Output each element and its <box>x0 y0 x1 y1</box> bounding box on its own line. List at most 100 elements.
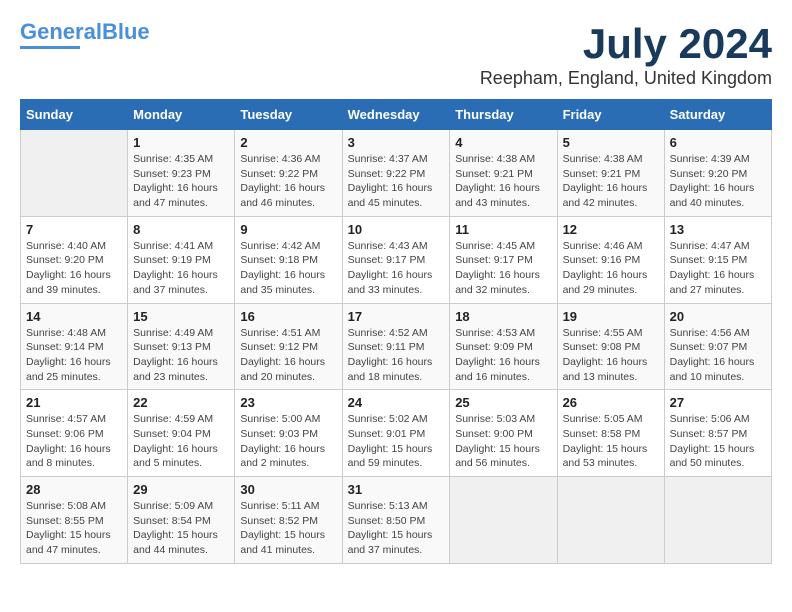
day-info: Sunrise: 4:39 AM Sunset: 9:20 PM Dayligh… <box>670 152 766 211</box>
day-info: Sunrise: 4:46 AM Sunset: 9:16 PM Dayligh… <box>563 239 659 298</box>
day-number: 5 <box>563 135 659 150</box>
calendar-day-cell <box>557 477 664 564</box>
calendar-day-cell: 5 Sunrise: 4:38 AM Sunset: 9:21 PM Daylig… <box>557 130 664 217</box>
calendar-week-row: 21 Sunrise: 4:57 AM Sunset: 9:06 PM Dayli… <box>21 390 772 477</box>
day-info: Sunrise: 4:38 AM Sunset: 9:21 PM Dayligh… <box>455 152 551 211</box>
calendar-week-row: 28 Sunrise: 5:08 AM Sunset: 8:55 PM Dayli… <box>21 477 772 564</box>
calendar-day-cell: 28 Sunrise: 5:08 AM Sunset: 8:55 PM Dayli… <box>21 477 128 564</box>
day-info: Sunrise: 5:00 AM Sunset: 9:03 PM Dayligh… <box>240 412 336 471</box>
calendar-day-cell: 12Sunrise: 4:46 AM Sunset: 9:16 PM Dayli… <box>557 216 664 303</box>
day-info: Sunrise: 4:40 AM Sunset: 9:20 PM Dayligh… <box>26 239 122 298</box>
weekday-header-cell: Wednesday <box>342 100 450 130</box>
calendar-day-cell: 17Sunrise: 4:52 AM Sunset: 9:11 PM Dayli… <box>342 303 450 390</box>
day-number: 3 <box>348 135 445 150</box>
day-number: 21 <box>26 395 122 410</box>
day-info: Sunrise: 4:36 AM Sunset: 9:22 PM Dayligh… <box>240 152 336 211</box>
day-number: 1 <box>133 135 229 150</box>
day-number: 13 <box>670 222 766 237</box>
day-info: Sunrise: 4:38 AM Sunset: 9:21 PM Dayligh… <box>563 152 659 211</box>
calendar-day-cell: 15 Sunrise: 4:49 AM Sunset: 9:13 PM Dayli… <box>128 303 235 390</box>
calendar-day-cell: 30Sunrise: 5:11 AM Sunset: 8:52 PM Dayli… <box>235 477 342 564</box>
calendar-body: 1Sunrise: 4:35 AM Sunset: 9:23 PM Daylig… <box>21 130 772 564</box>
logo: GeneralBlue <box>20 20 150 49</box>
day-info: Sunrise: 4:41 AM Sunset: 9:19 PM Dayligh… <box>133 239 229 298</box>
day-number: 25 <box>455 395 551 410</box>
calendar-week-row: 7 Sunrise: 4:40 AM Sunset: 9:20 PM Daylig… <box>21 216 772 303</box>
calendar-day-cell: 6 Sunrise: 4:39 AM Sunset: 9:20 PM Daylig… <box>664 130 771 217</box>
day-info: Sunrise: 4:47 AM Sunset: 9:15 PM Dayligh… <box>670 239 766 298</box>
calendar-day-cell: 19 Sunrise: 4:55 AM Sunset: 9:08 PM Dayli… <box>557 303 664 390</box>
calendar-day-cell: 7 Sunrise: 4:40 AM Sunset: 9:20 PM Daylig… <box>21 216 128 303</box>
day-number: 9 <box>240 222 336 237</box>
day-number: 27 <box>670 395 766 410</box>
day-info: Sunrise: 4:45 AM Sunset: 9:17 PM Dayligh… <box>455 239 551 298</box>
day-info: Sunrise: 4:55 AM Sunset: 9:08 PM Dayligh… <box>563 326 659 385</box>
weekday-header-cell: Friday <box>557 100 664 130</box>
day-number: 19 <box>563 309 659 324</box>
day-info: Sunrise: 4:56 AM Sunset: 9:07 PM Dayligh… <box>670 326 766 385</box>
calendar-day-cell <box>450 477 557 564</box>
day-number: 29 <box>133 482 229 497</box>
day-info: Sunrise: 4:51 AM Sunset: 9:12 PM Dayligh… <box>240 326 336 385</box>
calendar-day-cell: 9 Sunrise: 4:42 AM Sunset: 9:18 PM Daylig… <box>235 216 342 303</box>
day-number: 31 <box>348 482 445 497</box>
logo-general: General <box>20 19 102 44</box>
logo-blue: Blue <box>102 19 150 44</box>
location-title: Reepham, England, United Kingdom <box>480 68 772 89</box>
day-info: Sunrise: 4:57 AM Sunset: 9:06 PM Dayligh… <box>26 412 122 471</box>
weekday-header-cell: Tuesday <box>235 100 342 130</box>
calendar-week-row: 1Sunrise: 4:35 AM Sunset: 9:23 PM Daylig… <box>21 130 772 217</box>
day-info: Sunrise: 5:06 AM Sunset: 8:57 PM Dayligh… <box>670 412 766 471</box>
day-number: 15 <box>133 309 229 324</box>
weekday-header-row: SundayMondayTuesdayWednesdayThursdayFrid… <box>21 100 772 130</box>
calendar-day-cell: 31Sunrise: 5:13 AM Sunset: 8:50 PM Dayli… <box>342 477 450 564</box>
day-info: Sunrise: 4:42 AM Sunset: 9:18 PM Dayligh… <box>240 239 336 298</box>
calendar-day-cell: 14Sunrise: 4:48 AM Sunset: 9:14 PM Dayli… <box>21 303 128 390</box>
day-number: 22 <box>133 395 229 410</box>
calendar-day-cell: 25Sunrise: 5:03 AM Sunset: 9:00 PM Dayli… <box>450 390 557 477</box>
day-number: 20 <box>670 309 766 324</box>
header: GeneralBlue July 2024 Reepham, England, … <box>20 20 772 89</box>
calendar-day-cell: 24Sunrise: 5:02 AM Sunset: 9:01 PM Dayli… <box>342 390 450 477</box>
weekday-header-cell: Saturday <box>664 100 771 130</box>
day-info: Sunrise: 4:49 AM Sunset: 9:13 PM Dayligh… <box>133 326 229 385</box>
month-title: July 2024 <box>480 20 772 68</box>
day-number: 6 <box>670 135 766 150</box>
day-info: Sunrise: 5:05 AM Sunset: 8:58 PM Dayligh… <box>563 412 659 471</box>
calendar-day-cell: 23 Sunrise: 5:00 AM Sunset: 9:03 PM Dayli… <box>235 390 342 477</box>
day-number: 2 <box>240 135 336 150</box>
calendar-day-cell: 18Sunrise: 4:53 AM Sunset: 9:09 PM Dayli… <box>450 303 557 390</box>
day-info: Sunrise: 4:53 AM Sunset: 9:09 PM Dayligh… <box>455 326 551 385</box>
day-number: 28 <box>26 482 122 497</box>
calendar-day-cell: 16Sunrise: 4:51 AM Sunset: 9:12 PM Dayli… <box>235 303 342 390</box>
day-number: 23 <box>240 395 336 410</box>
calendar-day-cell: 29 Sunrise: 5:09 AM Sunset: 8:54 PM Dayli… <box>128 477 235 564</box>
day-info: Sunrise: 5:08 AM Sunset: 8:55 PM Dayligh… <box>26 499 122 558</box>
calendar-week-row: 14Sunrise: 4:48 AM Sunset: 9:14 PM Dayli… <box>21 303 772 390</box>
calendar-day-cell: 2 Sunrise: 4:36 AM Sunset: 9:22 PM Daylig… <box>235 130 342 217</box>
day-number: 11 <box>455 222 551 237</box>
calendar-day-cell: 13 Sunrise: 4:47 AM Sunset: 9:15 PM Dayli… <box>664 216 771 303</box>
calendar-day-cell: 1Sunrise: 4:35 AM Sunset: 9:23 PM Daylig… <box>128 130 235 217</box>
calendar-day-cell: 21 Sunrise: 4:57 AM Sunset: 9:06 PM Dayli… <box>21 390 128 477</box>
calendar-day-cell: 20 Sunrise: 4:56 AM Sunset: 9:07 PM Dayli… <box>664 303 771 390</box>
day-info: Sunrise: 4:52 AM Sunset: 9:11 PM Dayligh… <box>348 326 445 385</box>
title-area: July 2024 Reepham, England, United Kingd… <box>480 20 772 89</box>
day-info: Sunrise: 5:09 AM Sunset: 8:54 PM Dayligh… <box>133 499 229 558</box>
calendar-day-cell: 4Sunrise: 4:38 AM Sunset: 9:21 PM Daylig… <box>450 130 557 217</box>
day-info: Sunrise: 4:59 AM Sunset: 9:04 PM Dayligh… <box>133 412 229 471</box>
day-info: Sunrise: 4:37 AM Sunset: 9:22 PM Dayligh… <box>348 152 445 211</box>
day-number: 30 <box>240 482 336 497</box>
calendar-day-cell: 11 Sunrise: 4:45 AM Sunset: 9:17 PM Dayli… <box>450 216 557 303</box>
day-number: 10 <box>348 222 445 237</box>
calendar-day-cell: 22 Sunrise: 4:59 AM Sunset: 9:04 PM Dayli… <box>128 390 235 477</box>
weekday-header-cell: Thursday <box>450 100 557 130</box>
day-number: 7 <box>26 222 122 237</box>
calendar-day-cell <box>664 477 771 564</box>
calendar-day-cell: 26Sunrise: 5:05 AM Sunset: 8:58 PM Dayli… <box>557 390 664 477</box>
day-info: Sunrise: 4:43 AM Sunset: 9:17 PM Dayligh… <box>348 239 445 298</box>
calendar-day-cell: 10 Sunrise: 4:43 AM Sunset: 9:17 PM Dayli… <box>342 216 450 303</box>
day-number: 24 <box>348 395 445 410</box>
day-number: 8 <box>133 222 229 237</box>
weekday-header-cell: Sunday <box>21 100 128 130</box>
